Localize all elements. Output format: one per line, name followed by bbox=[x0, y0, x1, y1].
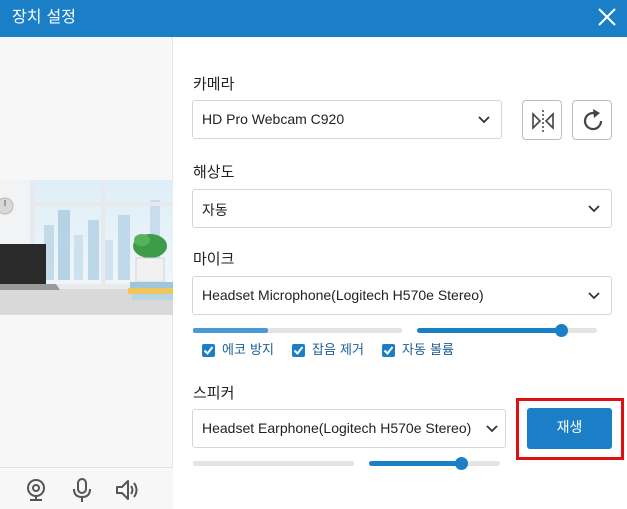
refresh-icon bbox=[583, 109, 603, 131]
check-icon bbox=[383, 346, 394, 356]
resolution-label: 해상도 bbox=[193, 163, 235, 181]
noise-suppression-label: 잡음 제거 bbox=[312, 343, 364, 358]
check-icon bbox=[203, 346, 214, 356]
speaker-select-value: Headset Earphone(Logitech H570e Stereo) bbox=[202, 420, 472, 436]
speaker-label: 스피커 bbox=[193, 384, 235, 402]
echo-cancel-label: 에코 방지 bbox=[222, 343, 274, 358]
mic-volume-slider[interactable] bbox=[417, 324, 597, 337]
device-toolbar bbox=[0, 467, 173, 509]
webcam-button[interactable] bbox=[23, 477, 49, 503]
speaker-volume-slider[interactable] bbox=[369, 457, 500, 470]
mic-volume-thumb[interactable] bbox=[555, 324, 568, 337]
refresh-button[interactable] bbox=[572, 100, 612, 140]
mic-label: 마이크 bbox=[193, 250, 235, 268]
speaker-output-level bbox=[193, 461, 354, 466]
mic-input-level bbox=[193, 328, 402, 333]
chevron-down-icon bbox=[486, 425, 498, 433]
resolution-select-value: 자동 bbox=[202, 202, 228, 218]
microphone-icon bbox=[73, 478, 91, 502]
chevron-down-icon bbox=[478, 116, 490, 124]
microphone-button[interactable] bbox=[69, 477, 95, 503]
camera-select-value: HD Pro Webcam C920 bbox=[202, 111, 345, 127]
window-title: 장치 설정 bbox=[12, 7, 76, 26]
camera-label: 카메라 bbox=[193, 75, 235, 93]
mirror-button[interactable] bbox=[522, 100, 562, 140]
chevron-down-icon bbox=[588, 292, 600, 300]
title-bar: 장치 설정 bbox=[0, 0, 627, 37]
preview-panel bbox=[0, 37, 173, 509]
speaker-select[interactable]: Headset Earphone(Logitech H570e Stereo) bbox=[192, 409, 506, 448]
resolution-select[interactable]: 자동 bbox=[192, 189, 612, 228]
camera-select[interactable]: HD Pro Webcam C920 bbox=[192, 100, 502, 139]
webcam-icon bbox=[27, 479, 45, 501]
mirror-icon bbox=[532, 110, 554, 132]
chevron-down-icon bbox=[588, 205, 600, 213]
camera-preview bbox=[0, 180, 173, 315]
close-button[interactable] bbox=[595, 5, 619, 29]
speaker-volume-thumb[interactable] bbox=[454, 457, 468, 470]
check-icon bbox=[293, 346, 304, 356]
mic-select-value: Headset Microphone(Logitech H570e Stereo… bbox=[202, 287, 484, 303]
mic-select[interactable]: Headset Microphone(Logitech H570e Stereo… bbox=[192, 276, 612, 315]
speaker-icon bbox=[116, 480, 138, 500]
speaker-button[interactable] bbox=[114, 477, 140, 503]
play-button[interactable]: 재생 bbox=[527, 408, 612, 449]
close-icon bbox=[598, 8, 616, 26]
auto-volume-label: 자동 볼륨 bbox=[402, 343, 454, 358]
